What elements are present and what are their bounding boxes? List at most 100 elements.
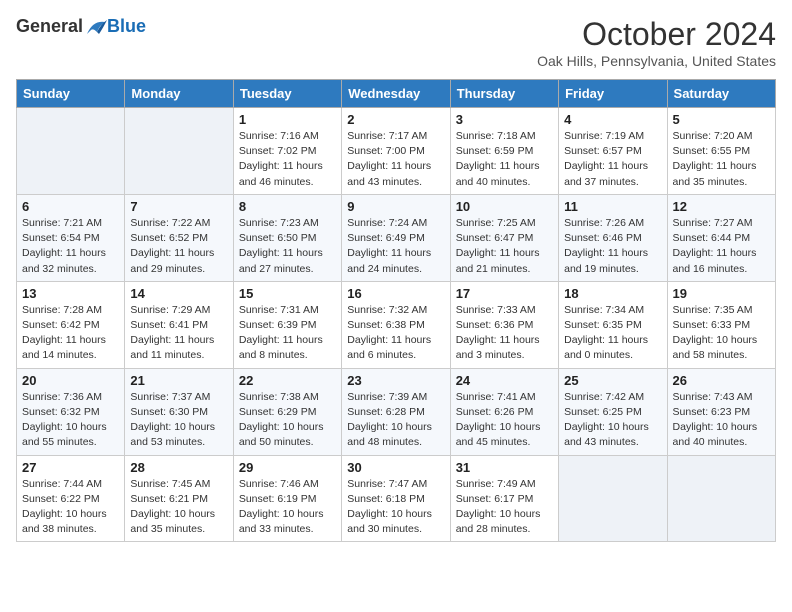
- calendar-cell: 30 Sunrise: 7:47 AMSunset: 6:18 PMDayligh…: [342, 455, 450, 542]
- day-info: Sunrise: 7:47 AMSunset: 6:18 PMDaylight:…: [347, 477, 444, 538]
- day-info: Sunrise: 7:39 AMSunset: 6:28 PMDaylight:…: [347, 390, 444, 451]
- calendar-cell: 17 Sunrise: 7:33 AMSunset: 6:36 PMDayligh…: [450, 281, 558, 368]
- day-number: 23: [347, 373, 444, 388]
- weekday-header-thursday: Thursday: [450, 80, 558, 108]
- calendar-cell: 28Sunrise: 7:45 AMSunset: 6:21 PMDayligh…: [125, 455, 233, 542]
- day-info: Sunrise: 7:41 AMSunset: 6:26 PMDaylight:…: [456, 390, 553, 451]
- calendar-cell: [667, 455, 775, 542]
- calendar-cell: 16Sunrise: 7:32 AMSunset: 6:38 PMDayligh…: [342, 281, 450, 368]
- day-info: Sunrise: 7:36 AMSunset: 6:32 PMDaylight:…: [22, 390, 119, 451]
- day-number: 19: [673, 286, 770, 301]
- weekday-header-friday: Friday: [559, 80, 667, 108]
- weekday-header-tuesday: Tuesday: [233, 80, 341, 108]
- calendar-week-2: 6 Sunrise: 7:21 AMSunset: 6:54 PMDaylight…: [17, 194, 776, 281]
- day-number: 16: [347, 286, 444, 301]
- calendar-cell: 14 Sunrise: 7:29 AMSunset: 6:41 PMDayligh…: [125, 281, 233, 368]
- day-number: 24: [456, 373, 553, 388]
- day-number: 8: [239, 199, 336, 214]
- logo-general: General: [16, 16, 83, 37]
- calendar-cell: 27 Sunrise: 7:44 AMSunset: 6:22 PMDayligh…: [17, 455, 125, 542]
- day-info: Sunrise: 7:46 AMSunset: 6:19 PMDaylight:…: [239, 477, 336, 538]
- calendar-cell: 9 Sunrise: 7:24 AMSunset: 6:49 PMDaylight…: [342, 194, 450, 281]
- day-info: Sunrise: 7:17 AMSunset: 7:00 PMDaylight:…: [347, 129, 444, 190]
- day-info: Sunrise: 7:22 AMSunset: 6:52 PMDaylight:…: [130, 216, 227, 277]
- calendar-cell: 31Sunrise: 7:49 AMSunset: 6:17 PMDayligh…: [450, 455, 558, 542]
- day-number: 30: [347, 460, 444, 475]
- day-info: Sunrise: 7:38 AMSunset: 6:29 PMDaylight:…: [239, 390, 336, 451]
- day-number: 9: [347, 199, 444, 214]
- day-number: 1: [239, 112, 336, 127]
- day-number: 2: [347, 112, 444, 127]
- calendar-cell: [559, 455, 667, 542]
- calendar-table: SundayMondayTuesdayWednesdayThursdayFrid…: [16, 79, 776, 542]
- calendar-cell: 23 Sunrise: 7:39 AMSunset: 6:28 PMDayligh…: [342, 368, 450, 455]
- day-info: Sunrise: 7:26 AMSunset: 6:46 PMDaylight:…: [564, 216, 661, 277]
- day-info: Sunrise: 7:19 AMSunset: 6:57 PMDaylight:…: [564, 129, 661, 190]
- day-number: 29: [239, 460, 336, 475]
- day-number: 15: [239, 286, 336, 301]
- weekday-header-monday: Monday: [125, 80, 233, 108]
- calendar-cell: 29 Sunrise: 7:46 AMSunset: 6:19 PMDayligh…: [233, 455, 341, 542]
- day-number: 6: [22, 199, 119, 214]
- weekday-header-saturday: Saturday: [667, 80, 775, 108]
- day-number: 5: [673, 112, 770, 127]
- calendar-cell: 21Sunrise: 7:37 AMSunset: 6:30 PMDayligh…: [125, 368, 233, 455]
- calendar-week-5: 27 Sunrise: 7:44 AMSunset: 6:22 PMDayligh…: [17, 455, 776, 542]
- day-info: Sunrise: 7:33 AMSunset: 6:36 PMDaylight:…: [456, 303, 553, 364]
- weekday-header-wednesday: Wednesday: [342, 80, 450, 108]
- calendar-cell: 4 Sunrise: 7:19 AMSunset: 6:57 PMDaylight…: [559, 108, 667, 195]
- calendar-cell: [17, 108, 125, 195]
- day-info: Sunrise: 7:35 AMSunset: 6:33 PMDaylight:…: [673, 303, 770, 364]
- calendar-cell: 3 Sunrise: 7:18 AMSunset: 6:59 PMDaylight…: [450, 108, 558, 195]
- calendar-cell: 8 Sunrise: 7:23 AMSunset: 6:50 PMDaylight…: [233, 194, 341, 281]
- day-number: 14: [130, 286, 227, 301]
- calendar-cell: 5 Sunrise: 7:20 AMSunset: 6:55 PMDaylight…: [667, 108, 775, 195]
- day-info: Sunrise: 7:42 AMSunset: 6:25 PMDaylight:…: [564, 390, 661, 451]
- page-header: General Blue October 2024 Oak Hills, Pen…: [16, 16, 776, 69]
- day-number: 3: [456, 112, 553, 127]
- weekday-header-row: SundayMondayTuesdayWednesdayThursdayFrid…: [17, 80, 776, 108]
- calendar-cell: 18 Sunrise: 7:34 AMSunset: 6:35 PMDayligh…: [559, 281, 667, 368]
- day-number: 17: [456, 286, 553, 301]
- calendar-cell: 25Sunrise: 7:42 AMSunset: 6:25 PMDayligh…: [559, 368, 667, 455]
- location: Oak Hills, Pennsylvania, United States: [537, 53, 776, 69]
- day-number: 4: [564, 112, 661, 127]
- weekday-header-sunday: Sunday: [17, 80, 125, 108]
- day-info: Sunrise: 7:18 AMSunset: 6:59 PMDaylight:…: [456, 129, 553, 190]
- day-info: Sunrise: 7:25 AMSunset: 6:47 PMDaylight:…: [456, 216, 553, 277]
- day-info: Sunrise: 7:21 AMSunset: 6:54 PMDaylight:…: [22, 216, 119, 277]
- logo: General Blue: [16, 16, 146, 37]
- day-info: Sunrise: 7:23 AMSunset: 6:50 PMDaylight:…: [239, 216, 336, 277]
- day-info: Sunrise: 7:29 AMSunset: 6:41 PMDaylight:…: [130, 303, 227, 364]
- day-info: Sunrise: 7:34 AMSunset: 6:35 PMDaylight:…: [564, 303, 661, 364]
- calendar-cell: 7 Sunrise: 7:22 AMSunset: 6:52 PMDaylight…: [125, 194, 233, 281]
- day-info: Sunrise: 7:28 AMSunset: 6:42 PMDaylight:…: [22, 303, 119, 364]
- logo-bird-icon: [85, 18, 107, 36]
- day-info: Sunrise: 7:44 AMSunset: 6:22 PMDaylight:…: [22, 477, 119, 538]
- calendar-cell: 11 Sunrise: 7:26 AMSunset: 6:46 PMDayligh…: [559, 194, 667, 281]
- calendar-cell: 24 Sunrise: 7:41 AMSunset: 6:26 PMDayligh…: [450, 368, 558, 455]
- month-title: October 2024: [537, 16, 776, 53]
- day-number: 18: [564, 286, 661, 301]
- day-info: Sunrise: 7:20 AMSunset: 6:55 PMDaylight:…: [673, 129, 770, 190]
- calendar-cell: 2 Sunrise: 7:17 AMSunset: 7:00 PMDaylight…: [342, 108, 450, 195]
- logo-blue: Blue: [107, 16, 146, 37]
- day-info: Sunrise: 7:43 AMSunset: 6:23 PMDaylight:…: [673, 390, 770, 451]
- calendar-cell: 26 Sunrise: 7:43 AMSunset: 6:23 PMDayligh…: [667, 368, 775, 455]
- day-info: Sunrise: 7:24 AMSunset: 6:49 PMDaylight:…: [347, 216, 444, 277]
- calendar-cell: [125, 108, 233, 195]
- title-section: October 2024 Oak Hills, Pennsylvania, Un…: [537, 16, 776, 69]
- day-number: 26: [673, 373, 770, 388]
- calendar-cell: 13Sunrise: 7:28 AMSunset: 6:42 PMDayligh…: [17, 281, 125, 368]
- day-number: 28: [130, 460, 227, 475]
- day-number: 22: [239, 373, 336, 388]
- calendar-cell: 20Sunrise: 7:36 AMSunset: 6:32 PMDayligh…: [17, 368, 125, 455]
- calendar-week-3: 13Sunrise: 7:28 AMSunset: 6:42 PMDayligh…: [17, 281, 776, 368]
- calendar-cell: 19 Sunrise: 7:35 AMSunset: 6:33 PMDayligh…: [667, 281, 775, 368]
- calendar-week-1: 1 Sunrise: 7:16 AMSunset: 7:02 PMDaylight…: [17, 108, 776, 195]
- day-info: Sunrise: 7:16 AMSunset: 7:02 PMDaylight:…: [239, 129, 336, 190]
- day-info: Sunrise: 7:27 AMSunset: 6:44 PMDaylight:…: [673, 216, 770, 277]
- day-number: 7: [130, 199, 227, 214]
- day-number: 27: [22, 460, 119, 475]
- day-number: 11: [564, 199, 661, 214]
